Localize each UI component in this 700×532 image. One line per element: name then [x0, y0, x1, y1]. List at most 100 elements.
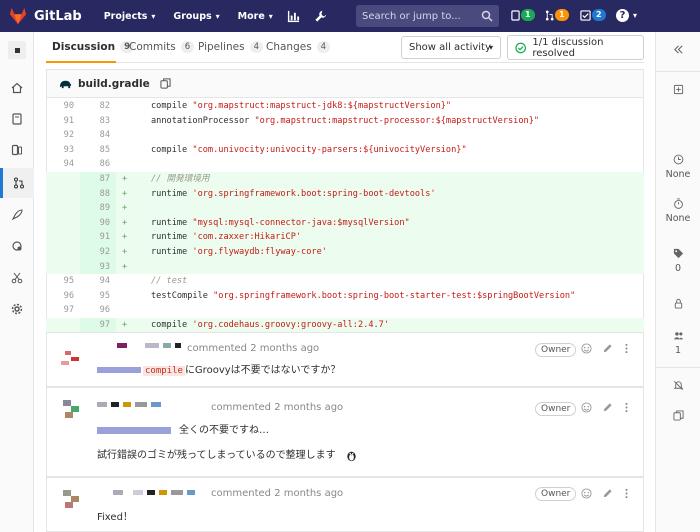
help-dropdown[interactable]: ? ▾ — [616, 9, 637, 22]
left-sidebar — [0, 32, 34, 532]
todos-shortcut[interactable]: 2 — [580, 9, 606, 21]
note-timestamp[interactable]: commented 2 months ago — [211, 488, 343, 499]
activity-filter-label: Show all activity — [409, 42, 491, 53]
more-actions-icon[interactable] — [621, 402, 632, 413]
emoji-smile-icon[interactable] — [581, 488, 592, 499]
discussion-resolved-status[interactable]: 1/1 discussion resolved — [507, 35, 644, 60]
notifications-off-icon[interactable] — [656, 380, 700, 391]
diff-line: 95 94 // test — [46, 274, 644, 289]
issues-icon[interactable] — [0, 135, 34, 165]
old-line-number[interactable]: 97 — [46, 303, 80, 318]
code-keyword: runtime — [151, 217, 193, 228]
avatar[interactable] — [59, 396, 83, 420]
time-estimate-value: None — [665, 169, 691, 180]
avatar[interactable] — [59, 347, 83, 371]
old-line-number[interactable]: 93 — [46, 143, 80, 158]
edit-pencil-icon[interactable] — [602, 488, 613, 499]
diff-sign: + — [122, 319, 128, 330]
note-timestamp[interactable]: commented 2 months ago — [187, 343, 319, 354]
new-line-number[interactable]: 92 — [80, 244, 116, 260]
new-line-number[interactable]: 93 — [80, 259, 116, 275]
author-name[interactable] — [117, 343, 185, 348]
tab-pipelines[interactable]: Pipelines 4 — [198, 41, 263, 53]
note-text: Fixed！ — [97, 512, 133, 523]
search-input[interactable]: Search or jump to... — [356, 5, 499, 27]
tab-changes[interactable]: Changes 4 — [266, 41, 331, 53]
add-todo-icon[interactable] — [656, 84, 700, 95]
code-string: "org.springframework.boot:spring-boot-st… — [213, 290, 576, 301]
edit-pencil-icon[interactable] — [602, 402, 613, 413]
lock-icon[interactable] — [656, 298, 700, 309]
new-line-number[interactable]: 94 — [80, 274, 116, 289]
line-code: compile 'org.codehaus.groovy:groovy-all:… — [151, 318, 389, 333]
snippets-scissors-icon[interactable] — [0, 263, 34, 293]
gitlab-logo[interactable]: GitLab — [9, 7, 82, 25]
time-spent-value: None — [665, 213, 691, 224]
more-actions-icon[interactable] — [621, 343, 632, 354]
admin-wrench-icon[interactable] — [314, 10, 327, 23]
project-avatar[interactable] — [0, 35, 34, 65]
clock-icon — [673, 154, 683, 165]
issues-icon — [511, 9, 520, 21]
old-line-number[interactable]: 92 — [46, 128, 80, 143]
repository-icon[interactable] — [0, 104, 34, 134]
emoji-smile-icon[interactable] — [581, 402, 592, 413]
search-icon — [481, 10, 493, 22]
merge-requests-icon[interactable] — [0, 168, 34, 198]
new-line-number[interactable]: 87 — [80, 171, 116, 187]
old-line-number[interactable]: 90 — [46, 99, 80, 114]
new-line-number[interactable]: 96 — [80, 303, 116, 318]
tab-discussion[interactable]: Discussion 9 — [52, 41, 134, 53]
new-line-number[interactable]: 95 — [80, 289, 116, 304]
new-line-number[interactable]: 91 — [80, 230, 116, 245]
emoji-smile-icon[interactable] — [581, 343, 592, 354]
new-line-number[interactable]: 85 — [80, 143, 116, 158]
old-line-number[interactable]: 91 — [46, 114, 80, 129]
issues-shortcut[interactable]: 1 — [511, 9, 535, 21]
settings-gear-icon[interactable] — [0, 294, 34, 324]
copy-reference-icon[interactable] — [656, 410, 700, 421]
old-line-number[interactable]: 96 — [46, 289, 80, 304]
tab-commits[interactable]: Commits 6 — [129, 41, 195, 53]
old-line-number[interactable]: 94 — [46, 157, 80, 172]
merge-requests-shortcut[interactable]: 1 — [545, 9, 569, 21]
participants[interactable]: 1 — [656, 330, 700, 356]
new-line-number[interactable]: 90 — [80, 215, 116, 231]
line-code: compile "com.univocity:univocity-parsers… — [151, 143, 467, 158]
more-actions-icon[interactable] — [621, 488, 632, 499]
activity-filter-dropdown[interactable]: Show all activity ▾ — [401, 36, 501, 59]
collapse-sidebar-icon[interactable] — [656, 44, 700, 55]
tab-count: 6 — [180, 41, 195, 53]
note-timestamp[interactable]: commented 2 months ago — [211, 402, 343, 413]
new-line-number[interactable]: 86 — [80, 157, 116, 172]
code-keyword: compile — [151, 144, 193, 155]
activity-chart-icon[interactable] — [287, 10, 300, 23]
groups-menu[interactable]: Groups ▾ — [173, 11, 219, 22]
new-line-number[interactable]: 88 — [80, 186, 116, 202]
diff-lines: 90 82 compile "org.mapstruct:mapstruct-jdk… — [46, 99, 644, 333]
author-name[interactable] — [97, 402, 165, 407]
new-line-number[interactable]: 97 — [80, 317, 116, 333]
line-code: runtime "mysql:mysql-connector-java:$mys… — [151, 216, 410, 231]
projects-menu[interactable]: Projects ▾ — [104, 11, 156, 22]
copy-icon[interactable] — [160, 78, 171, 89]
home-icon[interactable] — [0, 73, 34, 103]
author-name[interactable] — [113, 490, 199, 495]
new-line-number[interactable]: 84 — [80, 128, 116, 143]
chevron-down-icon: ▾ — [151, 11, 156, 21]
rocket-icon[interactable] — [0, 200, 34, 230]
avatar[interactable] — [59, 486, 83, 510]
time-estimate[interactable]: None — [656, 154, 700, 180]
time-spent[interactable]: None — [656, 198, 700, 224]
new-line-number[interactable]: 83 — [80, 114, 116, 129]
old-line-number[interactable]: 95 — [46, 274, 80, 289]
more-menu[interactable]: More ▾ — [238, 11, 273, 22]
labels[interactable]: 0 — [656, 248, 700, 274]
operations-icon[interactable] — [0, 231, 34, 261]
participants-count: 1 — [674, 345, 682, 356]
new-line-number[interactable]: 89 — [80, 201, 116, 216]
edit-pencil-icon[interactable] — [602, 343, 613, 354]
file-name: build.gradle — [78, 77, 150, 90]
new-line-number[interactable]: 82 — [80, 99, 116, 114]
tab-label: Commits — [129, 41, 176, 53]
